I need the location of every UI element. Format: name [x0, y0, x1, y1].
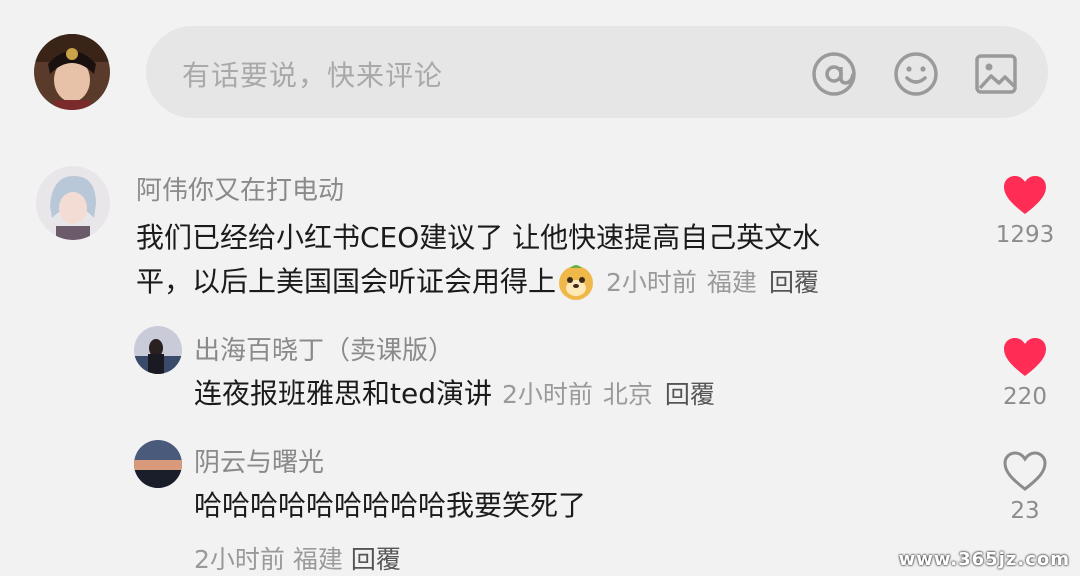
like-count: 1293 [995, 222, 1055, 248]
reply-time: 2小时前 [501, 380, 593, 409]
comment-location: 福建 [706, 268, 757, 297]
comment-author-name[interactable]: 阿伟你又在打电动 [136, 170, 344, 207]
comment-text: 平，以后上美国国会听证会用得上 2小时前 福建 回覆 [136, 260, 819, 305]
heart-filled-icon [1004, 338, 1046, 376]
like-count: 23 [1010, 498, 1040, 524]
comment-author-avatar[interactable] [36, 166, 110, 240]
image-icon[interactable] [972, 50, 1020, 98]
reply-text-content: 哈哈哈哈哈哈哈哈哈我要笑死了 [194, 489, 587, 522]
reply-text: 哈哈哈哈哈哈哈哈哈我要笑死了 [194, 484, 586, 528]
like-button[interactable]: 1293 [985, 174, 1065, 248]
reply-button[interactable]: 回覆 [665, 380, 715, 409]
reply-button[interactable]: 回覆 [351, 545, 401, 574]
comment-time: 2小时前 [606, 268, 697, 297]
like-button[interactable]: 23 [985, 450, 1065, 524]
reply-location: 福建 [292, 545, 343, 574]
comment-input-placeholder: 有话要说，快来评论 [182, 59, 444, 92]
reply-meta: 2小时前 福建 回覆 [194, 540, 401, 576]
at-icon[interactable] [810, 50, 858, 98]
comment-text-line: 平，以后上美国国会听证会用得上 [136, 265, 557, 298]
reply-author-avatar[interactable] [134, 440, 182, 488]
reply-text-content: 连夜报班雅思和ted演讲 [194, 377, 492, 410]
reply-text: 连夜报班雅思和ted演讲 2小时前 北京 回覆 [194, 372, 715, 417]
current-user-avatar[interactable] [34, 34, 110, 110]
reply-author-name[interactable]: 出海百晓丁（卖课版） [194, 330, 454, 367]
reply-author-avatar[interactable] [134, 326, 182, 374]
emoji-icon[interactable] [892, 50, 940, 98]
reply-time: 2小时前 [194, 545, 285, 574]
reply-author-name[interactable]: 阴云与曙光 [194, 442, 324, 479]
like-count: 220 [1003, 384, 1047, 410]
reply-button[interactable]: 回覆 [769, 268, 819, 297]
dog-sticker-icon [556, 261, 596, 301]
comment-input[interactable]: 有话要说，快来评论 [146, 26, 1048, 118]
watermark: www.365jz.com [898, 549, 1070, 570]
comment-text: 我们已经给小红书CEO建议了 让他快速提高自己英文水 [136, 216, 820, 260]
comment-text-line: 我们已经给小红书CEO建议了 让他快速提高自己英文水 [136, 221, 821, 254]
heart-outline-icon [1003, 451, 1047, 491]
reply-location: 北京 [602, 380, 653, 409]
like-button[interactable]: 220 [985, 336, 1065, 410]
heart-filled-icon [1004, 176, 1046, 214]
